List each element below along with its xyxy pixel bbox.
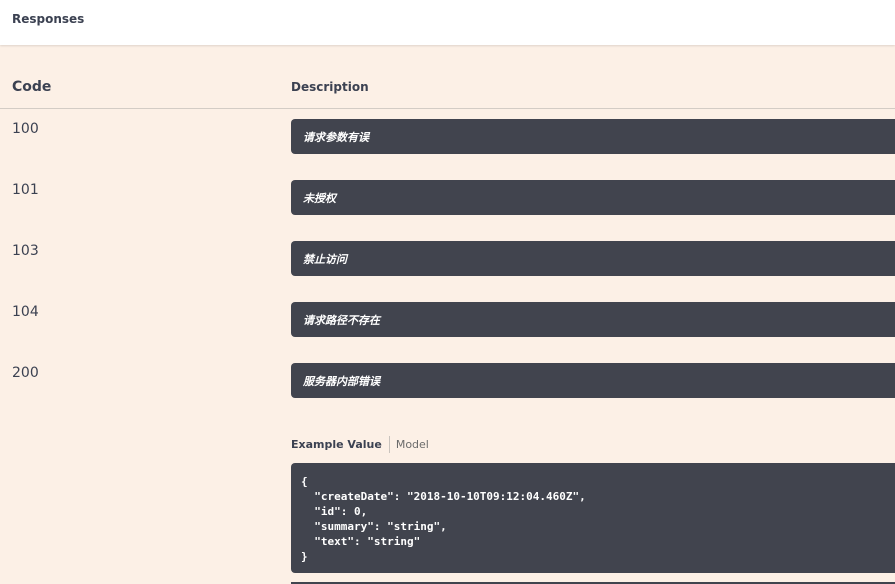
example-json: { "createDate": "2018-10-10T09:12:04.460… <box>301 475 586 563</box>
response-description-box: 服务器内部错误 <box>291 363 895 398</box>
response-description-box: 请求参数有误 <box>291 119 895 154</box>
responses-header: Responses <box>0 0 895 45</box>
header-divider <box>0 108 895 109</box>
tab-model[interactable]: Model <box>390 438 429 451</box>
example-value-code-block: { "createDate": "2018-10-10T09:12:04.460… <box>291 463 895 573</box>
response-description: 请求参数有误 <box>303 131 369 144</box>
response-code: 104 <box>12 304 39 320</box>
response-description: 请求路径不存在 <box>303 314 380 327</box>
response-description-box: 请求路径不存在 <box>291 302 895 337</box>
section-title: Responses <box>12 12 85 26</box>
tab-example-value[interactable]: Example Value <box>291 438 389 451</box>
column-header-description: Description <box>291 80 369 94</box>
response-description: 禁止访问 <box>303 253 347 266</box>
response-description-box: 禁止访问 <box>291 241 895 276</box>
response-code: 100 <box>12 121 39 137</box>
response-description: 服务器内部错误 <box>303 375 380 388</box>
example-tabs: Example Value Model <box>291 435 429 453</box>
response-description-box: 未授权 <box>291 180 895 215</box>
response-code: 103 <box>12 243 39 259</box>
response-description: 未授权 <box>303 192 336 205</box>
response-code: 101 <box>12 182 39 198</box>
column-header-code: Code <box>12 79 52 95</box>
response-code: 200 <box>12 365 39 381</box>
